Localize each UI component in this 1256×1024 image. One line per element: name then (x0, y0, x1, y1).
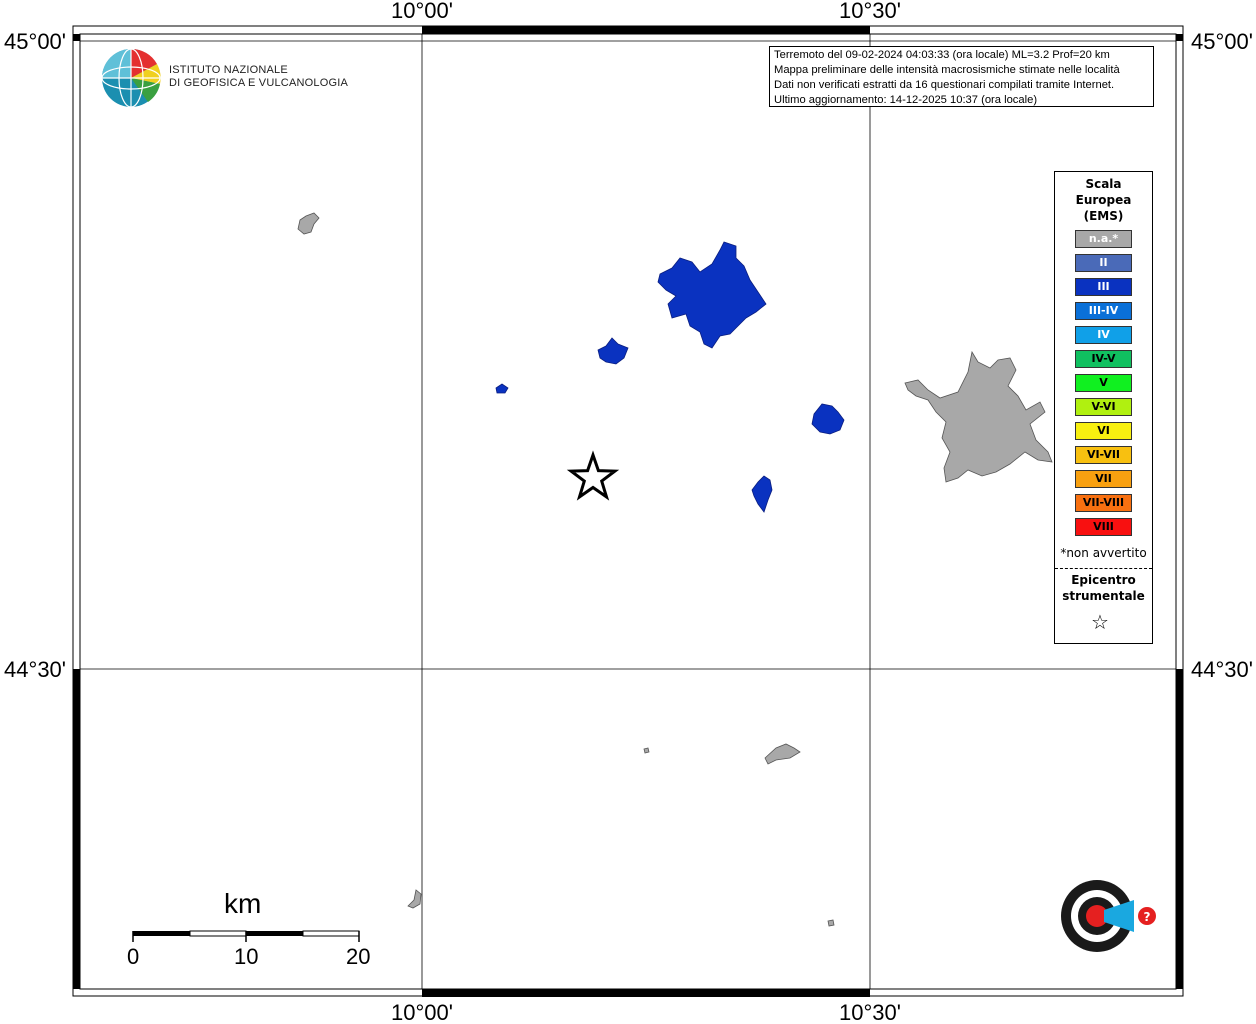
lon-label-top-2: 10°30' (839, 0, 901, 23)
municipality-not-felt (827, 919, 835, 927)
legend-note: *non avvertito (1060, 546, 1147, 560)
legend-title-line: Scala (1085, 177, 1122, 191)
legend-swatch: VI-VII (1075, 446, 1132, 464)
institute-name-line: DI GEOFISICA E VULCANOLOGIA (169, 77, 348, 89)
info-line: Terremoto del 09-02-2024 04:03:33 (ora l… (774, 49, 1110, 61)
frame-bar-right-top (1176, 34, 1183, 41)
municipality-intensity-iii (751, 475, 773, 513)
municipality-not-felt (407, 889, 422, 909)
lat-label-left-1: 45°00' (4, 29, 66, 54)
institute-name-line: ISTITUTO NAZIONALE (169, 64, 288, 76)
scale-tick-label: 0 (127, 944, 140, 969)
legend-swatch: III (1075, 278, 1132, 296)
legend-swatch: III-IV (1075, 302, 1132, 320)
legend-epicenter-line: Epicentro (1071, 573, 1136, 587)
map-inner-frame (79, 33, 1177, 990)
legend-title: Scala Europea (EMS) (1055, 176, 1152, 224)
legend-swatch: VI (1075, 422, 1132, 440)
municipality-intensity-iii (657, 241, 767, 349)
municipality-intensity-iii (597, 337, 629, 365)
legend-swatch: VIII (1075, 518, 1132, 536)
legend-swatch: IV-V (1075, 350, 1132, 368)
legend-swatch: IV (1075, 326, 1132, 344)
frame-bar-left-top (73, 34, 80, 41)
legend-swatch: VII (1075, 470, 1132, 488)
legend-swatch: n.a.* (1075, 230, 1132, 248)
intensity-legend: Scala Europea (EMS) n.a.* II III III-IV IV IV… (1054, 171, 1153, 644)
scale-tick-label: 10 (234, 944, 259, 969)
municipality-not-felt (904, 350, 1053, 483)
legend-title-line: (EMS) (1083, 209, 1124, 223)
map-outer-frame (72, 25, 1184, 997)
scale-unit-label: km (224, 888, 262, 919)
lat-label-left-2: 44°30' (4, 657, 66, 682)
ingv-logo-icon (101, 48, 161, 108)
legend-swatch: V (1075, 374, 1132, 392)
legend-epicenter-line: strumentale (1062, 589, 1145, 603)
frame-bar-left (73, 669, 80, 989)
scale-tick-label: 20 (346, 944, 371, 969)
svg-text:?: ? (1144, 910, 1151, 924)
municipality-not-felt (297, 212, 320, 235)
lat-label-right-1: 45°00' (1191, 29, 1253, 54)
haisentito-logo-icon: ? (1061, 880, 1156, 952)
lon-label-bottom-2: 10°30' (839, 1000, 901, 1024)
legend-swatch: V-VI (1075, 398, 1132, 416)
legend-swatch: VII-VIII (1075, 494, 1132, 512)
frame-bar-bottom (422, 989, 870, 997)
lon-label-bottom-1: 10°00' (391, 1000, 453, 1024)
legend-epicenter-label: Epicentro strumentale (1055, 572, 1152, 604)
earthquake-info-box: Terremoto del 09-02-2024 04:03:33 (ora l… (769, 46, 1154, 107)
legend-star-icon: ☆ (1091, 610, 1109, 634)
info-line: Mappa preliminare delle intensità macros… (774, 64, 1120, 76)
lat-label-right-2: 44°30' (1191, 657, 1253, 682)
legend-title-line: Europea (1075, 193, 1132, 207)
institute-name: ISTITUTO NAZIONALE DI GEOFISICA E VULCAN… (169, 64, 348, 90)
municipality-not-felt (643, 747, 650, 754)
frame-bar-right (1176, 669, 1183, 989)
municipality-intensity-iii (811, 403, 845, 435)
municipality-not-felt (764, 743, 801, 765)
frame-bar-top (422, 26, 870, 34)
legend-swatch: II (1075, 254, 1132, 272)
info-line: Dati non verificati estratti da 16 quest… (774, 79, 1115, 91)
scale-bar (132, 930, 360, 942)
municipality-intensity-iii (495, 383, 509, 394)
info-line: Ultimo aggiornamento: 14-12-2025 10:37 (… (774, 94, 1038, 106)
legend-divider (1055, 568, 1152, 569)
epicenter-star-icon (566, 450, 620, 501)
lon-label-top-1: 10°00' (391, 0, 453, 23)
